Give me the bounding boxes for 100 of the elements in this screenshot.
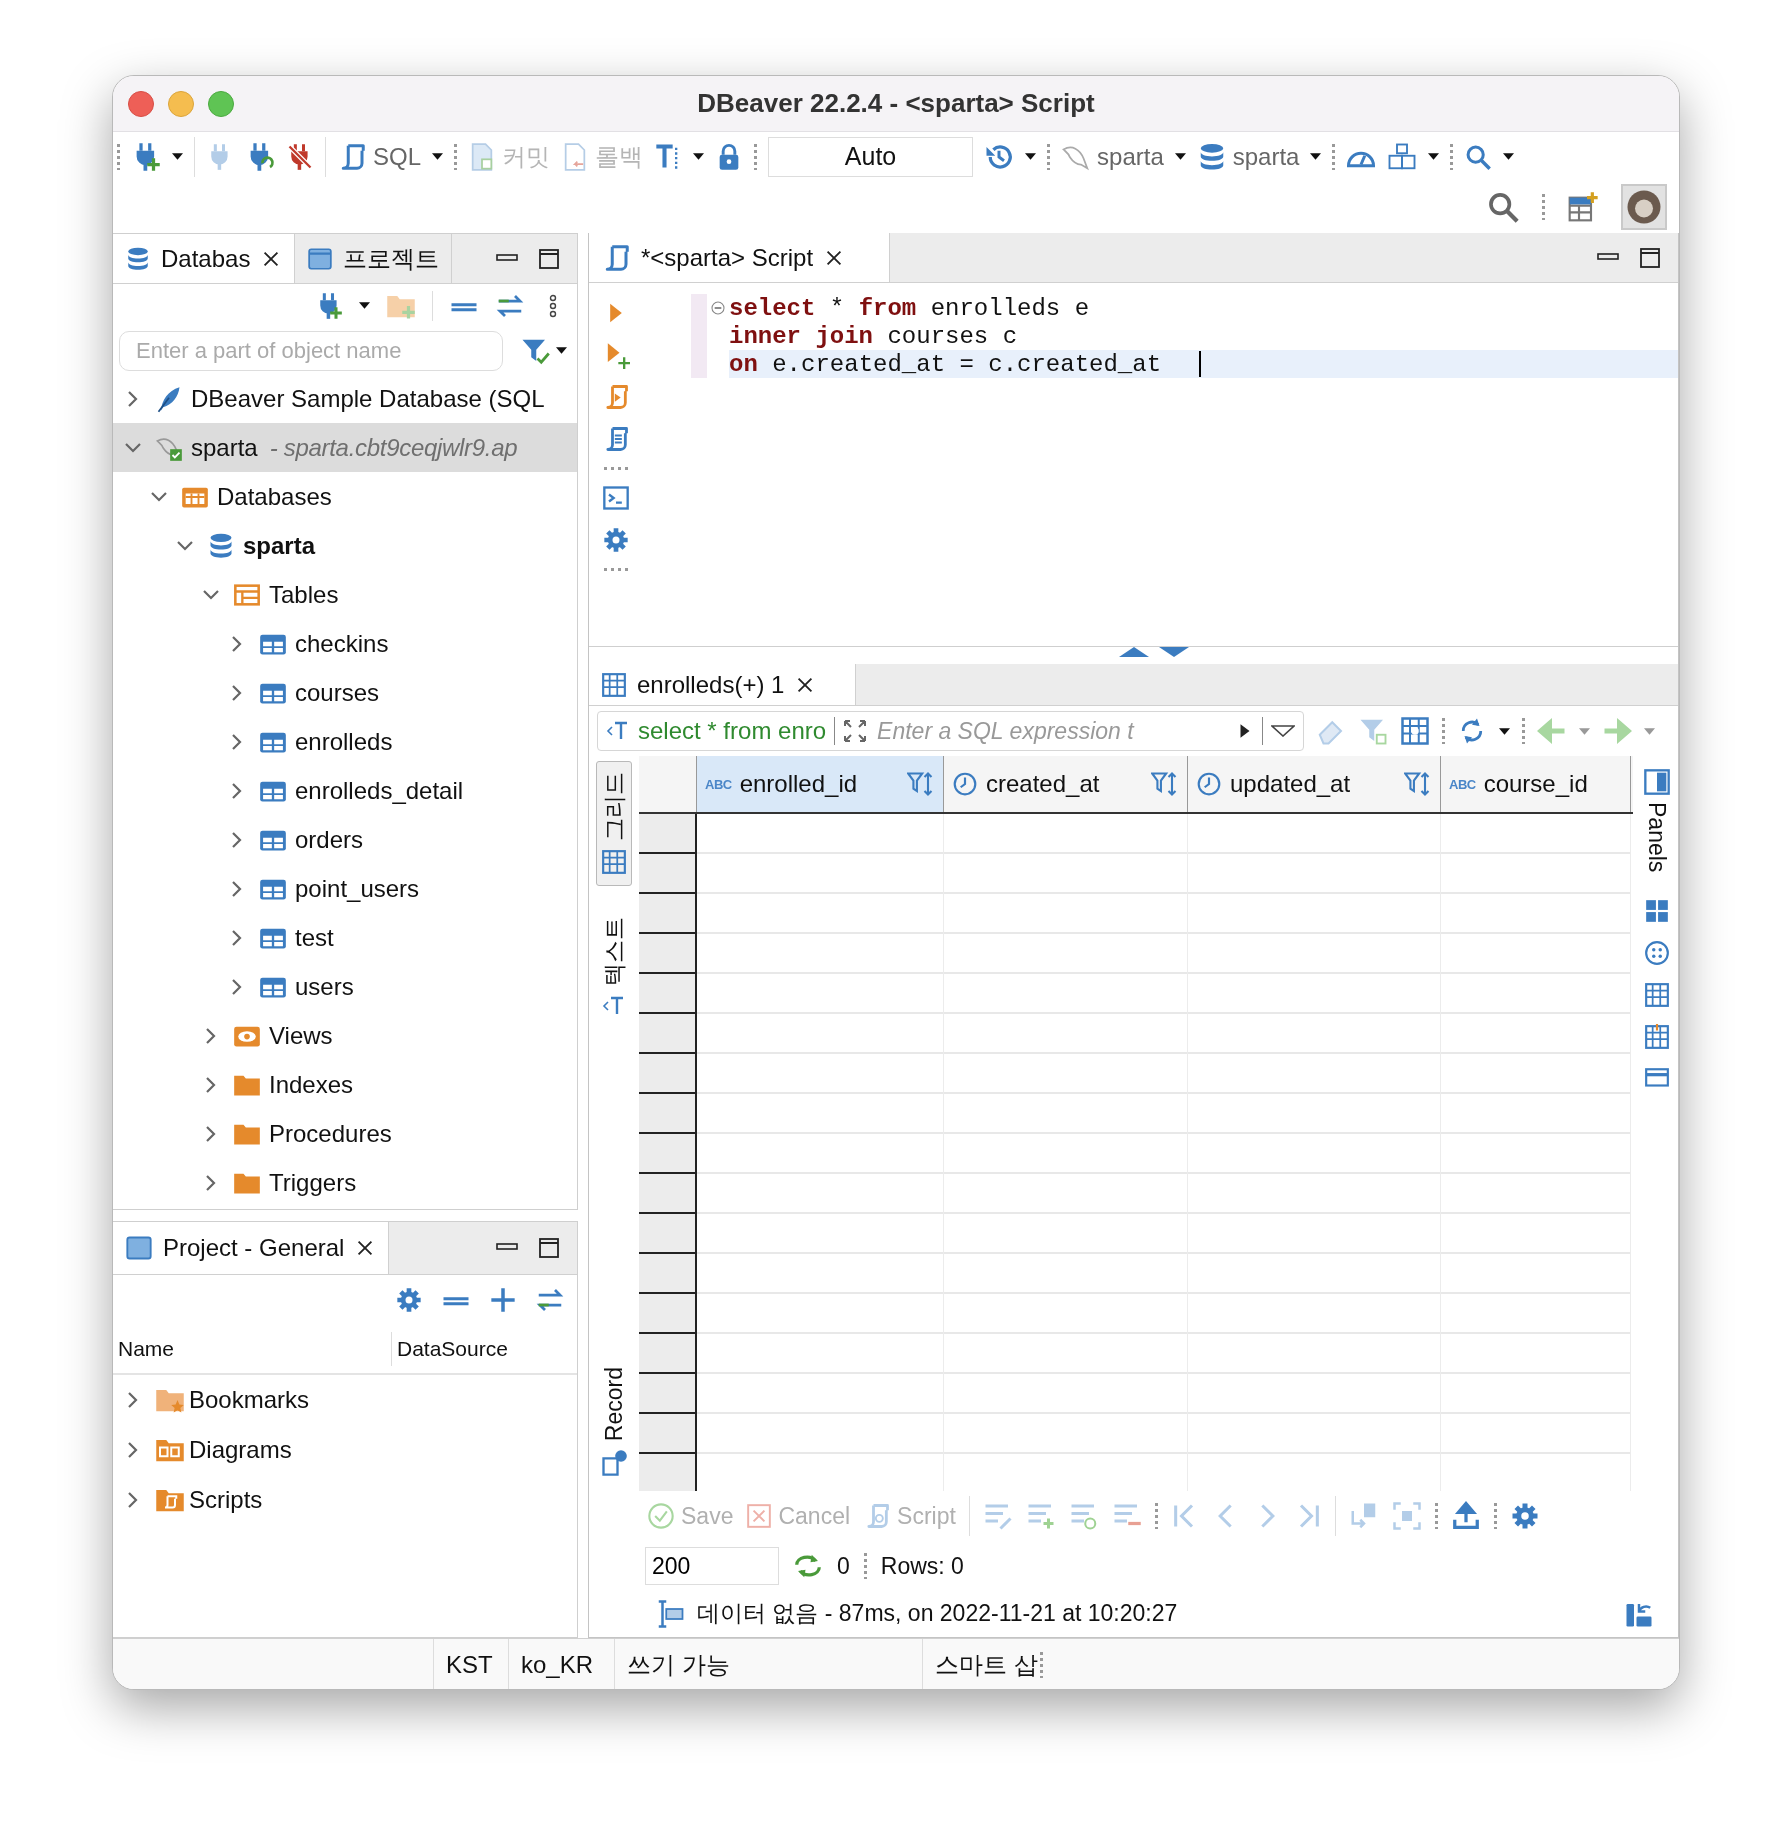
editor-tab[interactable]: *<sparta> Script: [589, 233, 890, 282]
column-header[interactable]: ABC course_id: [1441, 756, 1631, 812]
chevron-right-icon[interactable]: [231, 683, 243, 702]
chevron-right-icon[interactable]: [205, 1173, 217, 1192]
terminal-icon[interactable]: [602, 484, 630, 512]
view-tab[interactable]: 그리드: [596, 761, 632, 886]
chevron-down-icon[interactable]: [150, 490, 168, 503]
caret-icon[interactable]: [556, 347, 567, 354]
expand-icon[interactable]: [843, 719, 868, 743]
tree-item[interactable]: enrolleds_detail: [113, 766, 577, 815]
sql-button[interactable]: SQL: [337, 141, 422, 172]
tree-item[interactable]: Indexes: [113, 1060, 577, 1109]
chevron-right-icon[interactable]: [127, 1491, 139, 1509]
panel-tab[interactable]: 프로젝트: [295, 234, 453, 283]
chevron-right-icon[interactable]: [231, 732, 243, 751]
caret-icon[interactable]: [432, 153, 444, 160]
filter-bar[interactable]: select * from enro Enter a SQL expression t: [597, 711, 1304, 751]
caret-icon[interactable]: [359, 302, 370, 309]
tree-item[interactable]: Scripts: [113, 1475, 577, 1525]
panel-tab[interactable]: Databas: [113, 234, 296, 283]
caret-icon[interactable]: [1428, 153, 1440, 160]
results-tab[interactable]: enrolleds(+) 1: [589, 664, 856, 705]
record-button[interactable]: Record: [600, 1366, 628, 1477]
tree-item[interactable]: Tables: [113, 570, 577, 619]
chevron-right-icon[interactable]: [205, 1026, 217, 1045]
fold-icon[interactable]: [710, 300, 726, 316]
chevron-right-icon[interactable]: [231, 928, 243, 947]
column-header[interactable]: ABC enrolled_id: [697, 756, 944, 812]
caret-icon[interactable]: [693, 153, 705, 160]
chevron-right-icon[interactable]: [231, 634, 243, 653]
maximize-icon[interactable]: [1638, 245, 1662, 270]
panel-tab[interactable]: Project - General: [113, 1222, 390, 1274]
caret-icon[interactable]: [172, 153, 183, 160]
panels-button[interactable]: Panels: [1642, 768, 1671, 873]
settings-icon[interactable]: [602, 526, 630, 554]
tree-item[interactable]: point_users: [113, 864, 577, 913]
caret-icon[interactable]: [1499, 727, 1510, 735]
calendar-grid-icon[interactable]: [1643, 982, 1670, 1009]
chevron-right-icon[interactable]: [127, 389, 139, 408]
filter-sort-icon[interactable]: [907, 770, 935, 798]
filter-sort-icon[interactable]: [1404, 770, 1432, 798]
caret-icon[interactable]: [1503, 153, 1515, 160]
close-button[interactable]: [128, 90, 154, 117]
chevron-down-icon[interactable]: [202, 588, 220, 601]
chevron-down-icon[interactable]: [176, 539, 194, 552]
caret-icon[interactable]: [1174, 153, 1186, 160]
tree-item[interactable]: sparta: [113, 521, 577, 570]
table-plus-icon[interactable]: [1567, 191, 1599, 223]
object-filter-field[interactable]: Enter a part of object name: [119, 330, 503, 371]
column-header[interactable]: updated_at: [1188, 756, 1441, 812]
chevron-down-icon[interactable]: [124, 441, 142, 454]
caret-icon[interactable]: [1025, 153, 1037, 160]
chevron-right-icon[interactable]: [205, 1075, 217, 1094]
chevron-right-icon[interactable]: [231, 977, 243, 996]
tree-item[interactable]: Triggers: [113, 1158, 577, 1207]
maximize-icon[interactable]: [537, 246, 561, 271]
chevron-right-icon[interactable]: [231, 781, 243, 800]
dots-circle-icon[interactable]: [1643, 940, 1670, 967]
tree-item[interactable]: Views: [113, 1011, 577, 1060]
column-header[interactable]: DataSource: [391, 1332, 531, 1366]
chevron-right-icon[interactable]: [205, 1124, 217, 1143]
tree-item[interactable]: enrolleds: [113, 717, 577, 766]
tree-item[interactable]: Diagrams: [113, 1425, 577, 1475]
tree-item[interactable]: test: [113, 913, 577, 962]
export-icon[interactable]: [1450, 1501, 1481, 1531]
tree-item[interactable]: Procedures: [113, 1109, 577, 1158]
tree-item[interactable]: Databases: [113, 472, 577, 521]
tree-item[interactable]: sparta - sparta.cbt9ceqjwlr9.ap: [113, 423, 577, 472]
settings-icon[interactable]: [395, 1286, 423, 1314]
tree-item[interactable]: courses: [113, 668, 577, 717]
expand-down-icon[interactable]: [1158, 647, 1189, 657]
zoom-button[interactable]: [208, 90, 234, 117]
chevron-right-icon[interactable]: [127, 1391, 139, 1409]
tree-item[interactable]: Bookmarks: [113, 1375, 577, 1425]
datasource-selector[interactable]: sparta: [1061, 141, 1164, 172]
view-tab[interactable]: 텍스트: [596, 906, 632, 1029]
boxes-icon[interactable]: [1387, 141, 1418, 172]
maximize-icon[interactable]: [537, 1236, 561, 1260]
tree-item[interactable]: checkins: [113, 619, 577, 668]
filter-sort-icon[interactable]: [1151, 770, 1179, 798]
dropdown-icon[interactable]: [1271, 725, 1295, 737]
search-icon[interactable]: [1486, 190, 1520, 224]
chevron-right-icon[interactable]: [231, 830, 243, 849]
fetch-size-field[interactable]: 200: [645, 1547, 779, 1585]
collapse-up-icon[interactable]: [1118, 647, 1149, 657]
tree-item[interactable]: DBeaver Sample Database (SQL: [113, 374, 577, 423]
column-header[interactable]: created_at: [944, 756, 1188, 812]
chevron-right-icon[interactable]: [231, 879, 243, 898]
plug-crossed-icon[interactable]: [286, 142, 314, 171]
table-settings-icon[interactable]: [1400, 716, 1430, 746]
value-panel-icon[interactable]: [1643, 898, 1670, 925]
tree-item[interactable]: users: [113, 962, 577, 1011]
schema-selector[interactable]: sparta: [1196, 141, 1300, 172]
tree-item[interactable]: orders: [113, 815, 577, 864]
avatar-button[interactable]: [1621, 184, 1667, 230]
plus-icon[interactable]: [489, 1286, 517, 1314]
caret-icon[interactable]: [1310, 153, 1322, 160]
chevron-right-icon[interactable]: [127, 1441, 139, 1459]
column-header[interactable]: Name: [113, 1337, 391, 1361]
transaction-mode-selector[interactable]: Auto: [768, 136, 974, 177]
